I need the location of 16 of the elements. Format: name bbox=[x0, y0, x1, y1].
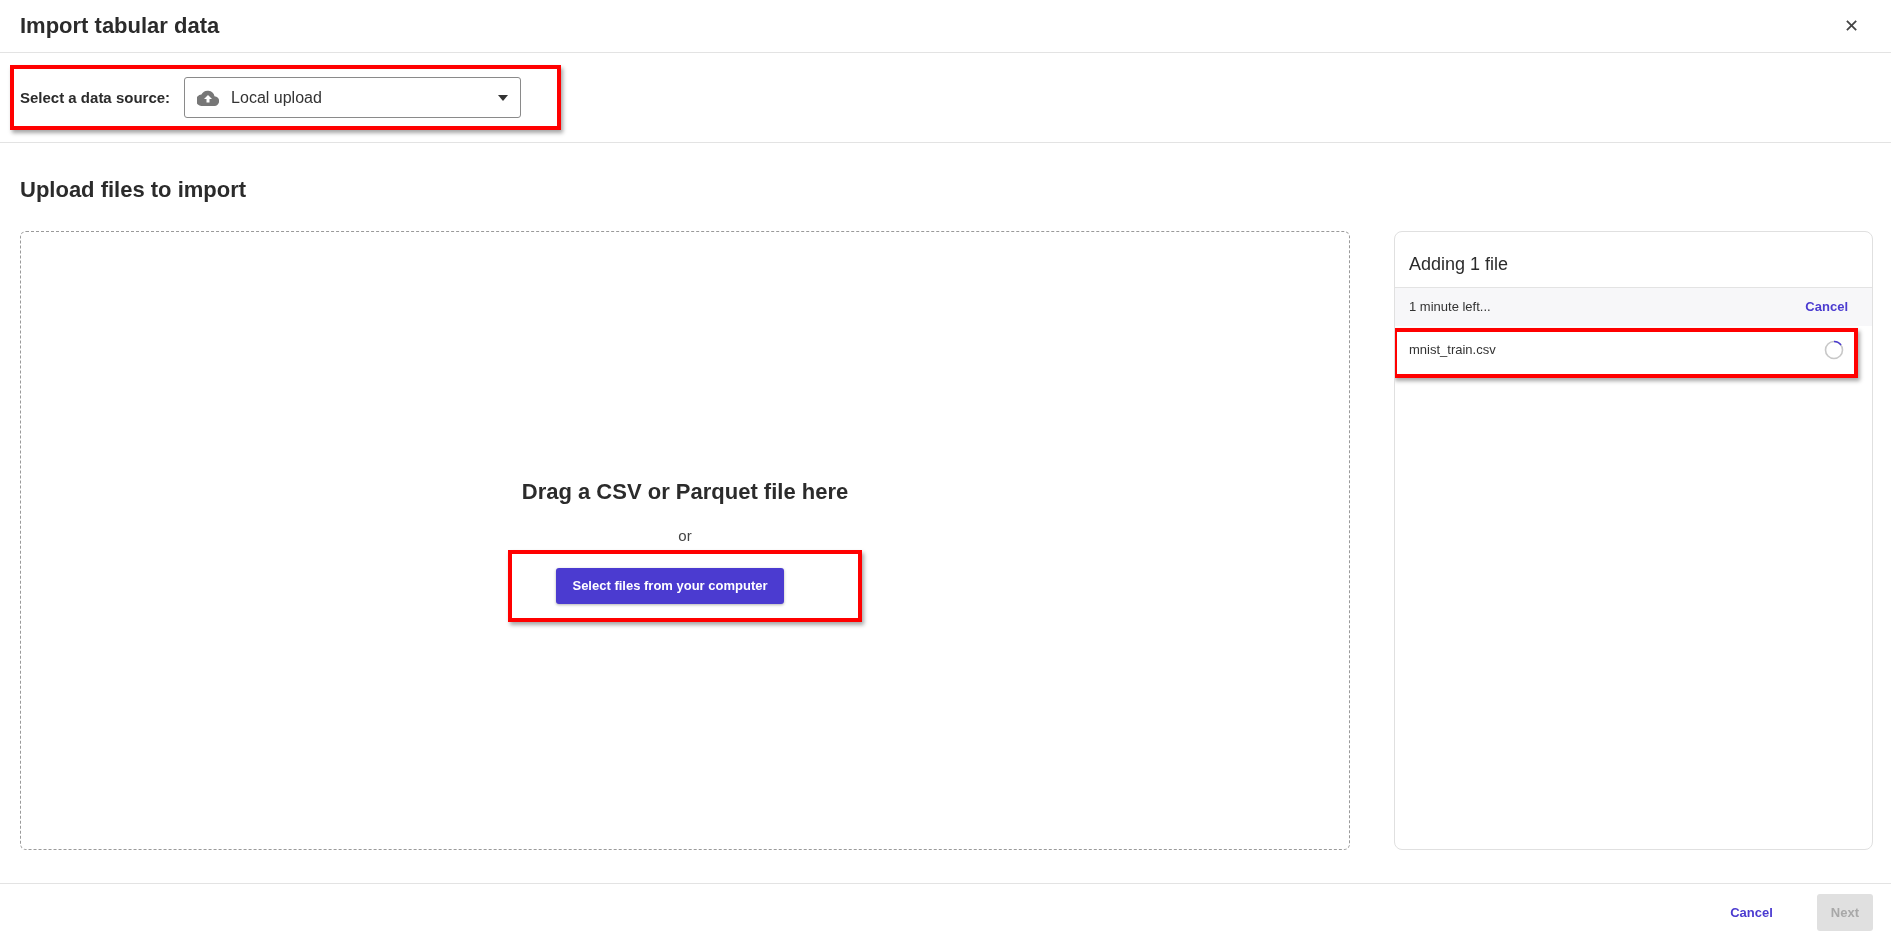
caret-icon bbox=[498, 94, 509, 101]
time-left: 1 minute left... bbox=[1409, 299, 1491, 315]
select-files-button[interactable]: Select files from your computer bbox=[556, 567, 784, 604]
drop-heading: Drag a CSV or Parquet file here bbox=[521, 478, 849, 505]
cloud-upload-icon bbox=[197, 89, 220, 106]
section-title: Upload files to import bbox=[20, 175, 248, 204]
source-select[interactable]: Local upload bbox=[184, 77, 522, 118]
close-button[interactable]: ✕ bbox=[1840, 13, 1863, 40]
panel-title: Adding 1 file bbox=[1395, 231, 1872, 288]
source-label: Select a data source: bbox=[20, 89, 171, 106]
separator-text: or bbox=[678, 526, 692, 544]
dialog-title: Import tabular data bbox=[20, 13, 220, 40]
cancel-upload-link[interactable]: Cancel bbox=[1805, 299, 1848, 315]
drop-zone[interactable]: Drag a CSV or Parquet file here or Select files from your computer bbox=[20, 230, 1350, 850]
cancel-button[interactable]: Cancel bbox=[1730, 905, 1773, 921]
file-name: mnist_train.csv bbox=[1409, 342, 1496, 358]
